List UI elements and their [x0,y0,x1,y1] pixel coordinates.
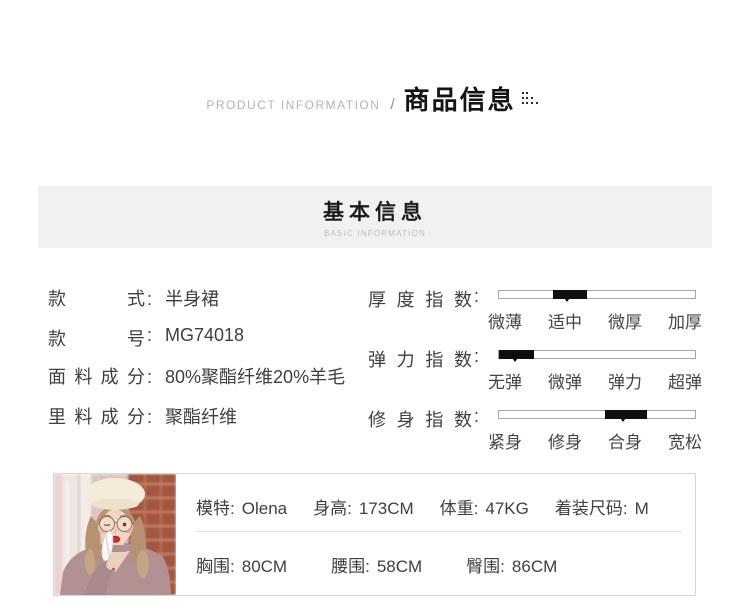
spec-row-style: 款式: 半身裙 [48,285,219,309]
spec-label: 款号 [48,329,145,349]
stat-model: 模特: Olena [196,499,288,518]
stat-weight: 体重: 47KG [439,499,529,518]
model-stats-row-1: 模特: Olena 身高: 173CM 体重: 47KG 着装尺码: M [196,494,649,519]
stat-bust: 胸围: 80CM [196,557,288,576]
indicator-option: 紧身 [488,433,522,452]
indicator-label-text: 厚度指数 [368,290,472,310]
indicator-option: 超弹 [668,373,702,392]
colon: : [474,346,480,366]
colon: : [147,325,153,345]
model-stats-row-2: 胸围: 80CM 腰围: 58CM 臀围: 86CM [196,552,557,577]
spec-label: 款式 [48,289,145,309]
spec-row-fabric: 面料成分:80%聚酯纤维20%羊毛 [48,363,345,387]
colon: : [147,367,153,387]
card-divider [196,531,682,532]
indicator-option: 微薄 [488,313,522,332]
bar-pointer-icon [561,295,572,302]
colon: : [474,406,480,426]
header-english-label: PRODUCT INFORMATION [206,98,381,112]
indicator-option: 弹力 [608,373,642,392]
indicator-label-text: 修身指数 [368,410,472,430]
header-slash-divider: / [390,96,395,113]
colon: : [147,407,153,427]
bar-pointer-icon [617,415,628,422]
page-title: 商品信息 [403,85,516,115]
spec-label: 面料成分 [48,367,145,387]
bar-pointer-icon [509,355,520,362]
spec-row-number: 款号: MG74018 [48,325,245,349]
model-info-card: 模特: Olena 身高: 173CM 体重: 47KG 着装尺码: M 胸围: 80CM… [53,473,696,596]
spec-value: MG74018 [165,325,245,345]
indicator-option: 修身 [548,433,582,452]
indicator-elasticity: 弹力指数: 无弹 微弹 弹力 超弹 [368,344,708,404]
indicator-option: 宽松 [668,433,702,452]
indicator-label: 修身指数: [368,406,479,432]
stat-waist: 腰围: 58CM [331,557,423,576]
band-title: 基本信息 [323,201,427,224]
basic-info-band: 基本信息 BASIC INFORMATION [38,186,712,248]
model-stats: 模特: Olena 身高: 173CM 体重: 47KG 着装尺码: M 胸围: 80CM… [196,474,682,595]
indicator-option: 微弹 [548,373,582,392]
indicator-bar [498,410,696,419]
indicator-option: 微厚 [608,313,642,332]
section-header: PRODUCT INFORMATION / 商品信息 [0,80,750,117]
spec-row-lining: 里料成分: 聚酯纤维 [48,403,237,427]
indicator-thickness: 厚度指数: 微薄 适中 微厚 加厚 [368,284,708,344]
stat-size: 着装尺码: M [554,499,649,518]
colon: : [474,286,480,306]
product-information-page: PRODUCT INFORMATION / 商品信息 基本信息 BASIC IN… [0,0,750,612]
spec-label: 里料成分 [48,407,145,427]
indicator-options: 微薄 适中 微厚 加厚 [488,308,702,333]
indicator-label: 厚度指数: [368,286,479,312]
model-photo [54,474,176,595]
indicator-options: 紧身 修身 合身 宽松 [488,428,702,453]
spec-value: 80%聚酯纤维20%羊毛 [165,367,346,387]
indicator-fit: 修身指数: 紧身 修身 合身 宽松 [368,404,708,464]
dots-decoration-icon [521,92,544,113]
indicator-option: 适中 [548,313,582,332]
indicator-options: 无弹 微弹 弹力 超弹 [488,368,702,393]
indicator-label-text: 弹力指数 [368,350,472,370]
indicator-bar [498,350,696,359]
indicator-option: 无弹 [488,373,522,392]
band-subtitle: BASIC INFORMATION [323,229,427,238]
indicator-option: 加厚 [668,313,702,332]
spec-value: 半身裙 [165,289,220,309]
indicator-label: 弹力指数: [368,346,479,372]
stat-height: 身高: 173CM [313,499,414,518]
colon: : [147,289,153,309]
spec-value: 聚酯纤维 [165,407,238,427]
indicator-option: 合身 [608,433,642,452]
stat-hip: 臀围: 86CM [466,557,558,576]
indicator-bar [498,290,696,299]
